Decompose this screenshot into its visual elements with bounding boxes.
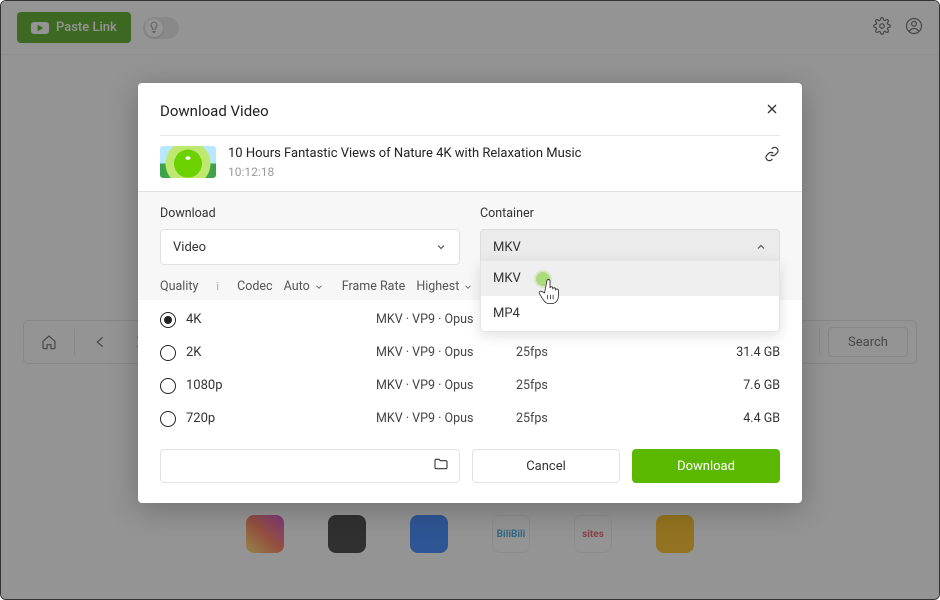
quality-row[interactable]: 720p MKV · VP9 · Opus 25fps 4.4 GB: [160, 402, 780, 435]
video-thumbnail: [160, 146, 216, 178]
save-path-box[interactable]: [160, 449, 460, 483]
container-option-mkv[interactable]: MKV: [481, 261, 779, 296]
options-area: Download Video Container MKV Quality i: [138, 192, 802, 300]
download-modal: Download Video 10 Hours Fantastic Views …: [138, 83, 802, 503]
container-label: Container: [480, 206, 780, 221]
modal-header: Download Video: [138, 83, 802, 135]
quality-name: 2K: [186, 345, 366, 360]
quality-radio[interactable]: [160, 378, 176, 394]
cancel-button[interactable]: Cancel: [472, 449, 620, 483]
download-button[interactable]: Download: [632, 449, 780, 483]
quality-radio[interactable]: [160, 312, 176, 328]
quality-size: 7.6 GB: [666, 378, 780, 393]
quality-name: 4K: [186, 312, 366, 327]
container-value: MKV: [493, 240, 521, 255]
quality-fps: 25fps: [516, 345, 656, 360]
codec-select[interactable]: Codec Auto: [237, 279, 324, 294]
frame-rate-select[interactable]: Frame Rate Highest: [342, 279, 474, 294]
close-icon[interactable]: [764, 101, 780, 121]
quality-name: 1080p: [186, 378, 366, 393]
folder-icon: [433, 456, 449, 476]
download-type-value: Video: [173, 240, 206, 255]
download-type-select[interactable]: Video: [160, 229, 460, 265]
video-meta: 10 Hours Fantastic Views of Nature 4K wi…: [228, 146, 752, 179]
codec-label: Codec: [237, 279, 273, 294]
quality-size: 31.4 GB: [666, 345, 780, 360]
quality-size: 4.4 GB: [666, 411, 780, 426]
quality-codec: MKV · VP9 · Opus: [376, 345, 506, 360]
video-row: 10 Hours Fantastic Views of Nature 4K wi…: [138, 136, 802, 192]
quality-row[interactable]: 2K MKV · VP9 · Opus 25fps 31.4 GB: [160, 336, 780, 369]
quality-row[interactable]: 1080p MKV · VP9 · Opus 25fps 7.6 GB: [160, 369, 780, 402]
modal-title: Download Video: [160, 102, 269, 120]
info-icon[interactable]: i: [216, 280, 219, 293]
chevron-down-icon: [435, 241, 447, 253]
quality-name: 720p: [186, 411, 366, 426]
chevron-down-icon: [463, 282, 473, 292]
quality-fps: 25fps: [516, 378, 656, 393]
container-option-mp4[interactable]: MP4: [481, 296, 779, 331]
video-title: 10 Hours Fantastic Views of Nature 4K wi…: [228, 146, 752, 161]
frame-rate-value: Highest: [416, 279, 459, 294]
cursor-hand-icon: [537, 278, 563, 306]
download-label: Download: [160, 206, 460, 221]
quality-fps: 25fps: [516, 411, 656, 426]
modal-footer: Cancel Download: [138, 435, 802, 503]
app-window: Paste Link: [0, 0, 940, 600]
link-icon[interactable]: [764, 146, 780, 166]
video-duration: 10:12:18: [228, 165, 752, 179]
frame-rate-label: Frame Rate: [342, 279, 405, 294]
quality-label: Quality: [160, 279, 198, 294]
quality-radio[interactable]: [160, 411, 176, 427]
codec-value: Auto: [284, 279, 310, 294]
chevron-down-icon: [314, 282, 324, 292]
container-dropdown: MKV MP4: [480, 260, 780, 332]
quality-codec: MKV · VP9 · Opus: [376, 378, 506, 393]
chevron-up-icon: [755, 241, 767, 253]
quality-radio[interactable]: [160, 345, 176, 361]
quality-codec: MKV · VP9 · Opus: [376, 411, 506, 426]
